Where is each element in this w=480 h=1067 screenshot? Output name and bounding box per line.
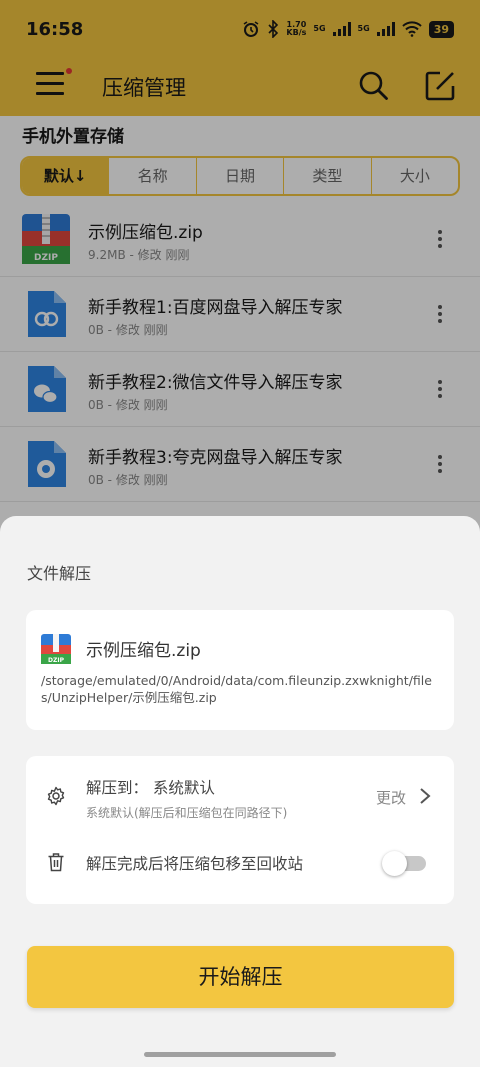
home-indicator[interactable] — [144, 1052, 336, 1057]
move-to-recycle-label: 解压完成后将压缩包移至回收站 — [86, 855, 304, 873]
extract-to-description: 系统默认(解压后和压缩包在同路径下) — [86, 806, 288, 820]
archive-name: 示例压缩包.zip — [86, 641, 201, 661]
archive-path: /storage/emulated/0/Android/data/com.fil… — [41, 673, 432, 705]
move-to-recycle-toggle[interactable] — [382, 851, 426, 876]
change-path-button[interactable]: 更改 — [376, 787, 406, 808]
toggle-knob — [382, 851, 407, 876]
trash-icon — [48, 853, 64, 872]
chevron-right-icon[interactable] — [418, 787, 432, 805]
svg-text:DZIP: DZIP — [48, 657, 65, 664]
gear-icon — [47, 786, 65, 806]
extract-bottom-sheet: 文件解压 DZIP 示例压缩包.zip /storage/emulated/0/… — [0, 516, 480, 1067]
extract-to-label: 解压到： 系统默认 — [86, 779, 215, 797]
start-extract-button[interactable]: 开始解压 — [27, 946, 454, 1008]
extract-options-card: 解压到： 系统默认 系统默认(解压后和压缩包在同路径下) 更改 解压完成后将压缩… — [26, 756, 454, 904]
file-info-card: DZIP 示例压缩包.zip /storage/emulated/0/Andro… — [26, 610, 454, 730]
sheet-title: 文件解压 — [27, 564, 92, 583]
zip-file-icon: DZIP — [41, 634, 71, 664]
